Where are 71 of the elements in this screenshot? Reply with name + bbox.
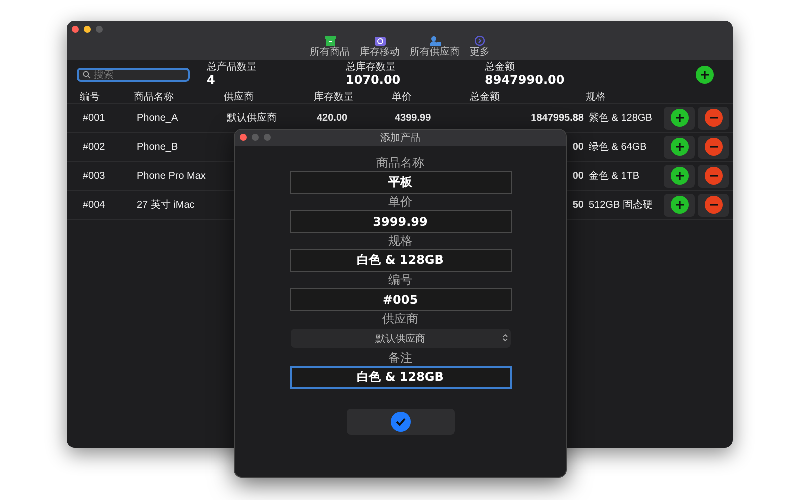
decrease-button[interactable]: [698, 164, 729, 188]
search-field[interactable]: 搜索: [77, 68, 190, 82]
decrease-button[interactable]: [698, 194, 729, 216]
table-cell-text: 27 英寸 iMac: [136, 198, 196, 212]
table-cell-text: Phone_A: [136, 112, 180, 124]
table-cell-text: #004: [82, 200, 106, 210]
table-cell-text: #002: [82, 142, 106, 152]
search-input[interactable]: 搜索: [94, 70, 184, 80]
stat-value: 8947990.00: [485, 73, 566, 88]
stat-label: 总库存数量: [346, 62, 397, 73]
field-label: 备注: [388, 350, 412, 366]
stat-label: 总产品数量: [207, 62, 258, 73]
supplier-select[interactable]: 默认供应商: [290, 329, 510, 348]
table-cell-text: 默认供应商: [226, 112, 278, 125]
field-label: 规格: [388, 233, 412, 249]
chevron-icon: [502, 334, 508, 342]
input-field[interactable]: 3999.99: [290, 210, 512, 233]
field-label: 编号: [388, 272, 412, 288]
table-cell-text: 金色 & 1TB: [588, 170, 641, 183]
dialog-title: 添加产品: [380, 132, 420, 145]
box-icon: [324, 36, 336, 46]
input-field[interactable]: 白色 & 128GB: [290, 366, 512, 389]
table-cell-text: 00: [572, 170, 585, 182]
column-header: 总金额: [470, 90, 501, 104]
add-button[interactable]: [696, 66, 714, 84]
toolbar-button[interactable]: 库存移动: [360, 36, 400, 58]
checkmark-circle-icon: [390, 412, 410, 432]
column-header: 规格: [586, 90, 607, 104]
stat-label: 总金额: [485, 62, 516, 73]
decrease-button[interactable]: [698, 106, 729, 130]
input-field[interactable]: #005: [290, 288, 512, 311]
table-cell-text: 紫色 & 128GB: [588, 112, 654, 125]
increase-button[interactable]: [664, 136, 695, 158]
column-header: 编号: [80, 90, 101, 104]
table-cell-text: #001: [82, 112, 106, 124]
input-field[interactable]: 平板: [290, 171, 512, 194]
increase-button[interactable]: [664, 106, 695, 130]
field-label: 供应商: [382, 311, 418, 327]
table-cell-text: 1847995.88: [530, 112, 585, 124]
increase-button[interactable]: [664, 164, 695, 188]
toolbar-button[interactable]: 所有供应商: [410, 36, 460, 58]
stat-value: 1070.00: [346, 73, 402, 88]
toolbar-button[interactable]: 所有商品: [310, 36, 350, 58]
column-header: 商品名称: [134, 90, 175, 104]
table-cell-text: 50: [572, 200, 585, 210]
table-cell-text: Phone Pro Max: [136, 170, 207, 182]
table-cell-text: 4399.99: [394, 112, 432, 124]
column-header: 单价: [392, 90, 413, 104]
table-cell-text: 绿色 & 64GB: [588, 141, 648, 154]
close-button[interactable]: [240, 134, 247, 141]
stat-value: 4: [207, 73, 216, 88]
field-label: 商品名称: [376, 155, 424, 171]
table-cell-text: #003: [82, 170, 106, 182]
confirm-button[interactable]: [346, 409, 454, 435]
table-cell-text: Phone_B: [136, 142, 180, 152]
field-label: 单价: [388, 194, 412, 210]
toolbar-button[interactable]: 更多: [470, 36, 490, 58]
table-cell-text: 420.00: [316, 112, 349, 124]
person-icon: [430, 36, 440, 46]
increase-button[interactable]: [664, 194, 695, 216]
search-icon: [83, 71, 91, 79]
plus-icon: [700, 70, 710, 80]
decrease-button[interactable]: [698, 136, 729, 158]
column-header: 库存数量: [314, 90, 355, 104]
column-header: 供应商: [224, 90, 255, 104]
table-cell-text: 512GB 固态硬: [588, 198, 654, 212]
more-icon: [475, 36, 485, 46]
minimize-button[interactable]: [84, 26, 91, 33]
table-cell-text: 00: [572, 142, 585, 152]
input-field[interactable]: 白色 & 128GB: [290, 249, 512, 272]
close-button[interactable]: [72, 26, 79, 33]
